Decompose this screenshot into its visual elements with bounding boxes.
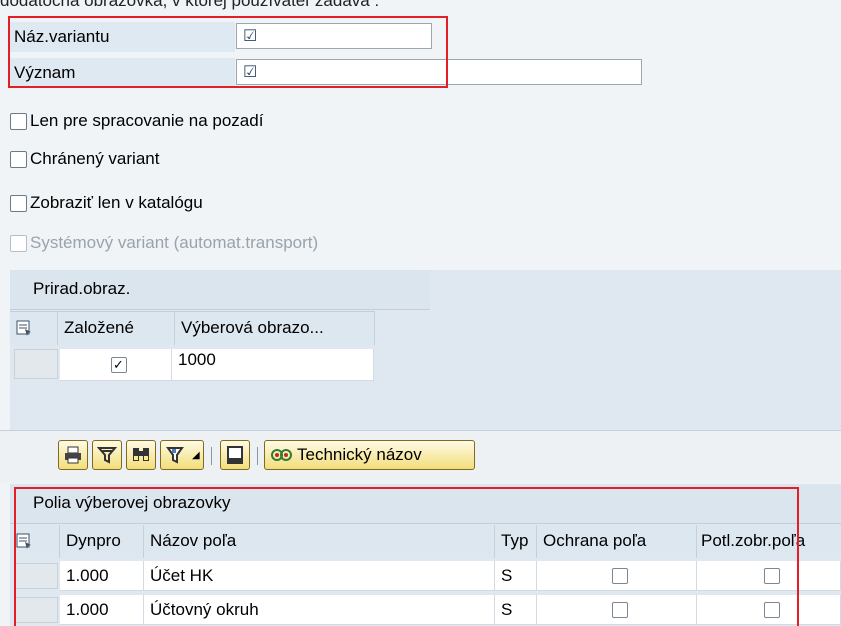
checkbox[interactable] bbox=[10, 150, 27, 168]
option-label: Chránený variant bbox=[30, 149, 160, 168]
panel-title: Prirad.obraz. bbox=[33, 279, 131, 298]
column-created[interactable]: Založené bbox=[58, 312, 175, 345]
checkbox[interactable] bbox=[10, 194, 27, 212]
row-selector[interactable] bbox=[14, 349, 58, 379]
highlight-box-fields bbox=[8, 16, 448, 88]
option-label: Zobraziť len v katalógu bbox=[30, 193, 203, 212]
dropdown-arrow-icon: ◢ bbox=[192, 449, 200, 461]
set-filter-icon[interactable]: ◢ bbox=[160, 440, 204, 470]
checkbox-checked[interactable]: ✓ bbox=[110, 356, 127, 373]
checkbox[interactable] bbox=[10, 112, 27, 130]
option-label: Systémový variant (automat.transport) bbox=[30, 233, 319, 252]
toolbar-separator bbox=[211, 447, 212, 465]
export-icon[interactable] bbox=[220, 440, 250, 470]
technical-name-icon bbox=[271, 449, 292, 461]
option-background-only[interactable]: Len pre spracovanie na pozadí bbox=[10, 109, 263, 133]
option-protected-variant[interactable]: Chránený variant bbox=[10, 147, 159, 171]
highlight-box-selection-fields bbox=[14, 487, 799, 626]
created-cell[interactable]: ✓ bbox=[60, 349, 172, 381]
button-label: Technický názov bbox=[297, 445, 422, 464]
select-all-icon[interactable] bbox=[10, 312, 58, 345]
column-screen[interactable]: Výberová obrazo... bbox=[175, 312, 375, 345]
print-icon[interactable] bbox=[58, 440, 88, 470]
technical-name-button[interactable]: Technický názov bbox=[264, 440, 475, 470]
option-system-variant: Systémový variant (automat.transport) bbox=[10, 231, 318, 255]
option-catalog-only[interactable]: Zobraziť len v katalógu bbox=[10, 191, 203, 215]
page-caption: dodatočná obrazovka, v ktorej používateľ… bbox=[0, 0, 380, 10]
screen-assignment-columns: Založené Výberová obrazo... bbox=[10, 311, 375, 346]
checkbox bbox=[10, 234, 27, 252]
screen-cell: 1000 bbox=[172, 349, 374, 381]
filter-icon[interactable] bbox=[92, 440, 122, 470]
option-label: Len pre spracovanie na pozadí bbox=[30, 111, 264, 130]
find-icon[interactable] bbox=[126, 440, 156, 470]
toolbar-separator bbox=[257, 447, 258, 465]
screen-assignment-header: Prirad.obraz. bbox=[10, 270, 430, 310]
